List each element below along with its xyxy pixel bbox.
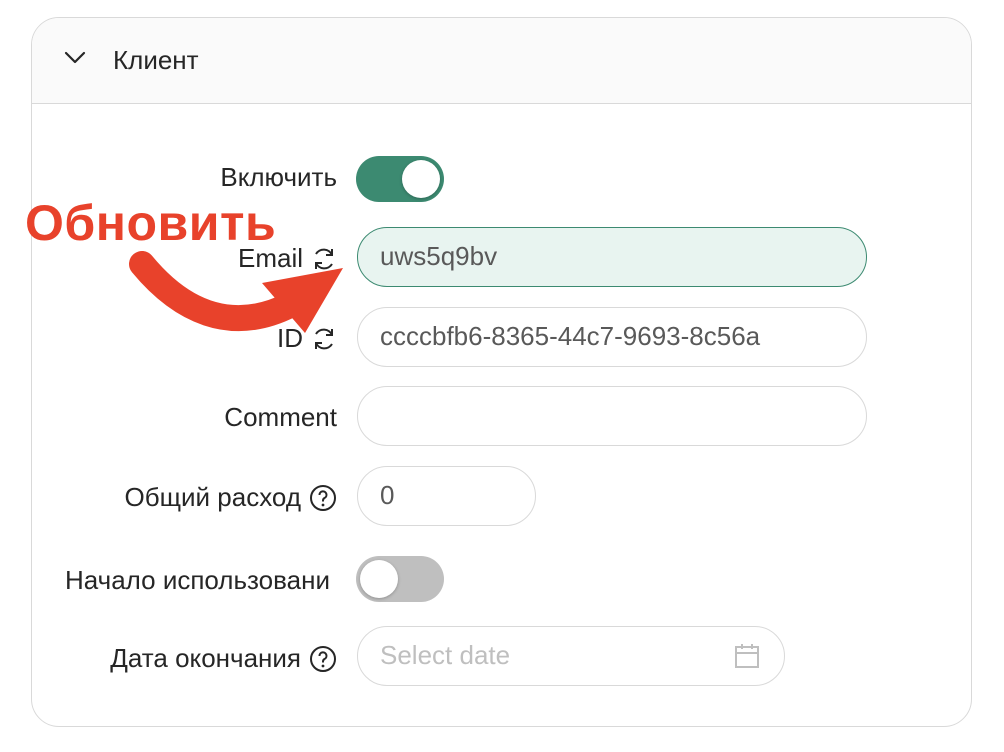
card-title: Клиент <box>113 45 199 75</box>
total-spend-input[interactable]: 0 <box>357 466 536 526</box>
id-label: ID <box>277 323 303 353</box>
end-date-placeholder: Select date <box>380 640 511 670</box>
id-input[interactable]: ccccbfb6-8365-44c7-9693-8c56a <box>357 307 867 367</box>
total-spend-label-group: Общий расход <box>125 482 337 513</box>
card-header[interactable]: Клиент <box>32 18 971 104</box>
refresh-icon[interactable] <box>311 246 337 272</box>
calendar-icon <box>735 644 759 668</box>
start-use-label: Начало использовани <box>65 565 330 595</box>
help-icon[interactable] <box>309 645 337 673</box>
help-icon[interactable] <box>309 484 337 512</box>
end-date-label: Дата окончания <box>110 643 301 673</box>
comment-input[interactable] <box>357 386 867 446</box>
end-date-picker[interactable]: Select date <box>357 626 785 686</box>
toggle-knob <box>360 560 398 598</box>
annotation-label: Обновить <box>25 195 277 251</box>
start-use-toggle[interactable] <box>356 556 444 602</box>
comment-label: Comment <box>224 402 337 432</box>
chevron-down-icon[interactable] <box>64 51 86 65</box>
refresh-icon[interactable] <box>311 326 337 352</box>
end-date-label-group: Дата окончания <box>110 643 337 674</box>
enable-toggle[interactable] <box>356 156 444 202</box>
enable-label: Включить <box>220 162 337 192</box>
client-card: Клиент <box>31 17 972 727</box>
email-input[interactable]: uws5q9bv <box>357 227 867 287</box>
toggle-knob <box>402 160 440 198</box>
total-spend-label: Общий расход <box>124 482 301 512</box>
id-label-group: ID <box>277 323 337 354</box>
